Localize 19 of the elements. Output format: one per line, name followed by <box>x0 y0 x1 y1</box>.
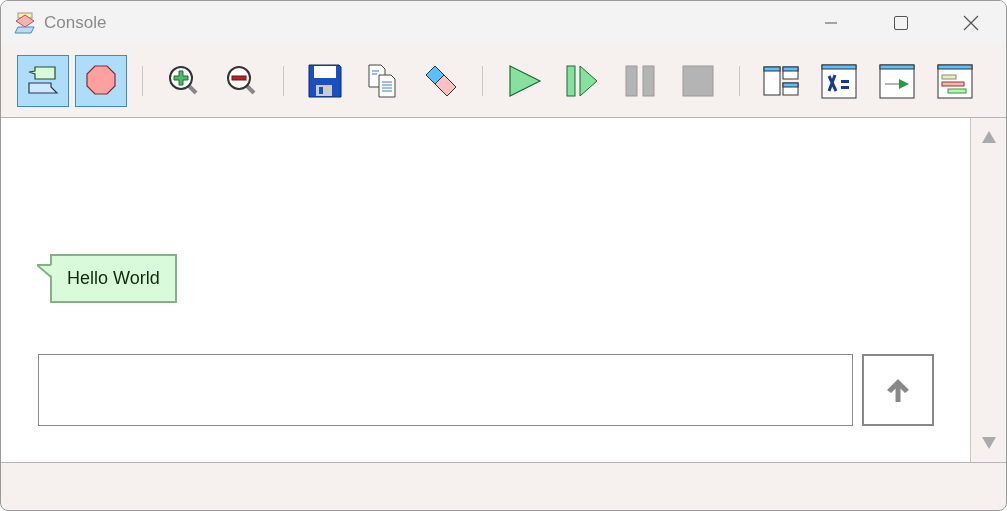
step-icon <box>564 63 600 99</box>
panels-icon <box>763 63 799 99</box>
send-button[interactable] <box>862 354 934 426</box>
output-icon <box>879 63 915 99</box>
scroll-down-icon[interactable] <box>980 436 997 450</box>
input-field[interactable] <box>38 354 853 426</box>
bubble-tail <box>37 264 53 278</box>
timeline-icon <box>937 63 973 99</box>
speech-bubble: Hello World <box>50 254 177 303</box>
close-icon <box>963 15 979 31</box>
window-title: Console <box>44 13 107 33</box>
eraser-icon <box>423 63 459 99</box>
scroll-up-icon[interactable] <box>980 130 997 144</box>
maximize-icon <box>893 15 909 31</box>
pause-icon <box>622 63 658 99</box>
app-icon <box>14 12 36 34</box>
variables-icon <box>821 63 857 99</box>
play-icon <box>506 63 542 99</box>
stop-icon <box>680 63 716 99</box>
